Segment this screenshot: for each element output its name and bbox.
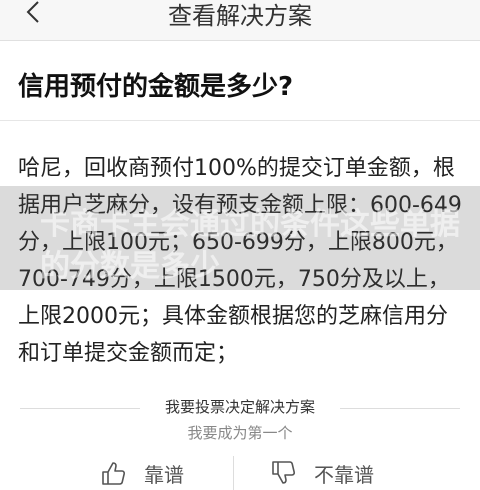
- answer-text: 哈尼，回收商预付100%的提交订单金额，根据用户芝麻分，设有预支金额上限：600…: [18, 156, 462, 366]
- button-divider: [233, 456, 234, 490]
- dislike-button[interactable]: 不靠谱: [270, 458, 374, 488]
- question-title: 信用预付的金额是多少?: [18, 72, 294, 102]
- dislike-label: 不靠谱: [314, 462, 374, 487]
- like-button[interactable]: 靠谱: [100, 458, 184, 488]
- like-label: 靠谱: [144, 462, 184, 487]
- top-navigation-bar: 查看解决方案: [0, 0, 480, 41]
- vote-title: 我要投票决定解决方案: [164, 398, 315, 416]
- thumbs-down-icon: [272, 461, 296, 484]
- thumbs-up-icon: [102, 462, 126, 485]
- vote-buttons: 靠谱 不靠谱: [0, 450, 480, 490]
- page-title: 查看解决方案: [168, 2, 312, 30]
- question-section: 信用预付的金额是多少?: [0, 40, 480, 121]
- vote-section-header: 我要投票决定解决方案: [0, 394, 480, 424]
- vote-subtitle: 我要成为第一个: [187, 424, 293, 442]
